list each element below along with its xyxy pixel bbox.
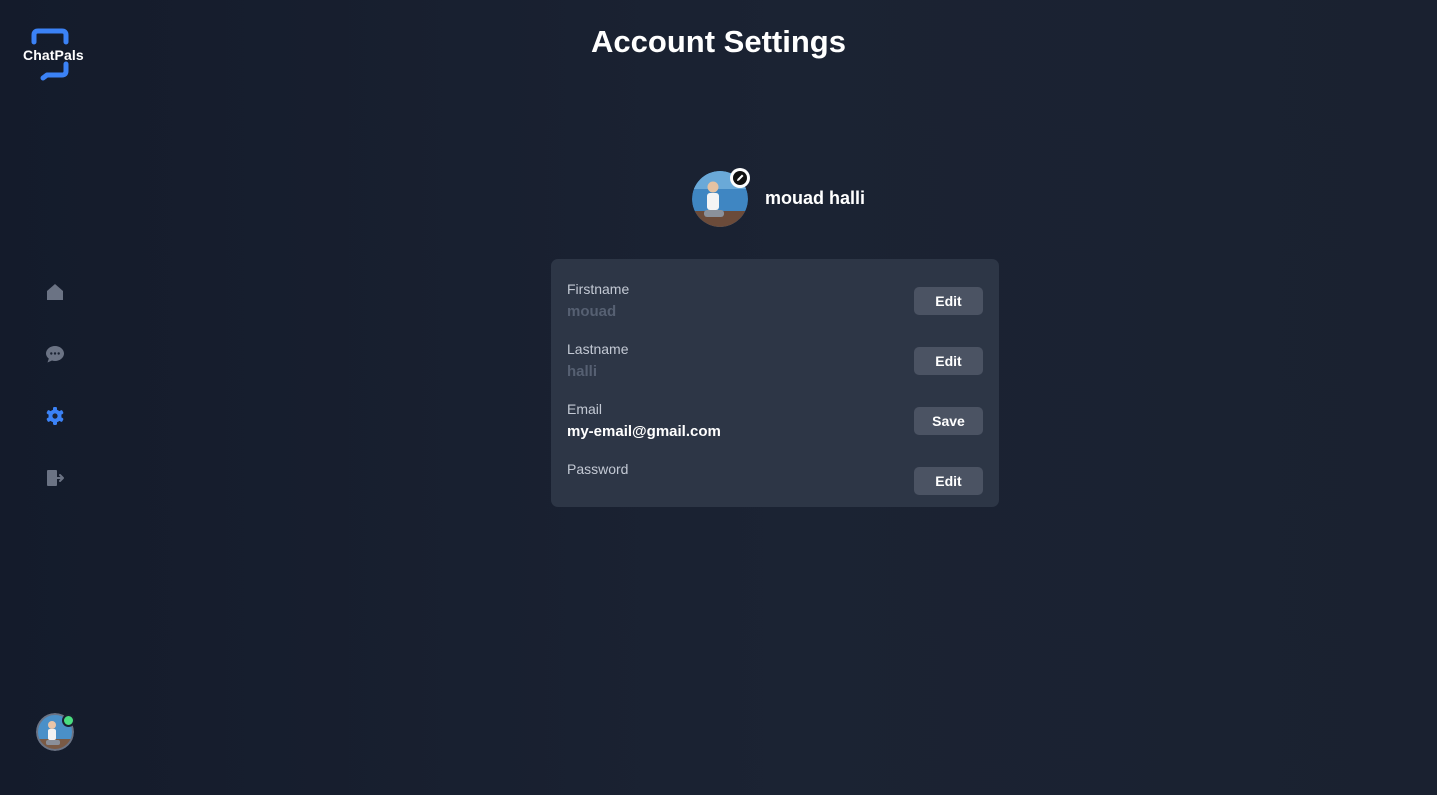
email-value[interactable]: my-email@gmail.com <box>567 423 721 440</box>
pencil-icon <box>733 171 747 185</box>
field-label: Password <box>567 461 629 477</box>
edit-avatar-button[interactable] <box>730 168 750 188</box>
field-row-firstname: Firstname mouad Edit <box>551 267 999 327</box>
edit-lastname-button[interactable]: Edit <box>914 347 983 375</box>
field-row-lastname: Lastname halli Edit <box>551 327 999 387</box>
logout-icon <box>47 470 64 486</box>
field-label: Lastname <box>567 341 629 357</box>
online-status-indicator <box>62 714 75 727</box>
save-email-button[interactable]: Save <box>914 407 983 435</box>
sidebar-item-chat[interactable] <box>43 342 67 366</box>
chat-icon <box>46 346 64 363</box>
field-value: mouad <box>567 303 617 320</box>
edit-password-button[interactable]: Edit <box>914 467 983 495</box>
sidebar-item-logout[interactable] <box>43 466 67 490</box>
field-label: Email <box>567 401 603 417</box>
field-row-password: Password Edit <box>551 447 999 507</box>
gear-icon <box>46 407 64 425</box>
home-icon <box>47 284 63 300</box>
profile-name: mouad halli <box>765 188 866 208</box>
sidebar-item-settings[interactable] <box>43 404 67 428</box>
field-label: Firstname <box>567 281 630 297</box>
sidebar: ChatPals <box>0 0 110 795</box>
account-settings-card: Firstname mouad Edit Lastname halli Edit… <box>551 259 999 507</box>
page-title: Account Settings <box>591 24 846 59</box>
field-row-email: Email my-email@gmail.com Save <box>551 387 999 447</box>
sidebar-item-home[interactable] <box>43 280 67 304</box>
field-value: halli <box>567 363 598 380</box>
edit-firstname-button[interactable]: Edit <box>914 287 983 315</box>
